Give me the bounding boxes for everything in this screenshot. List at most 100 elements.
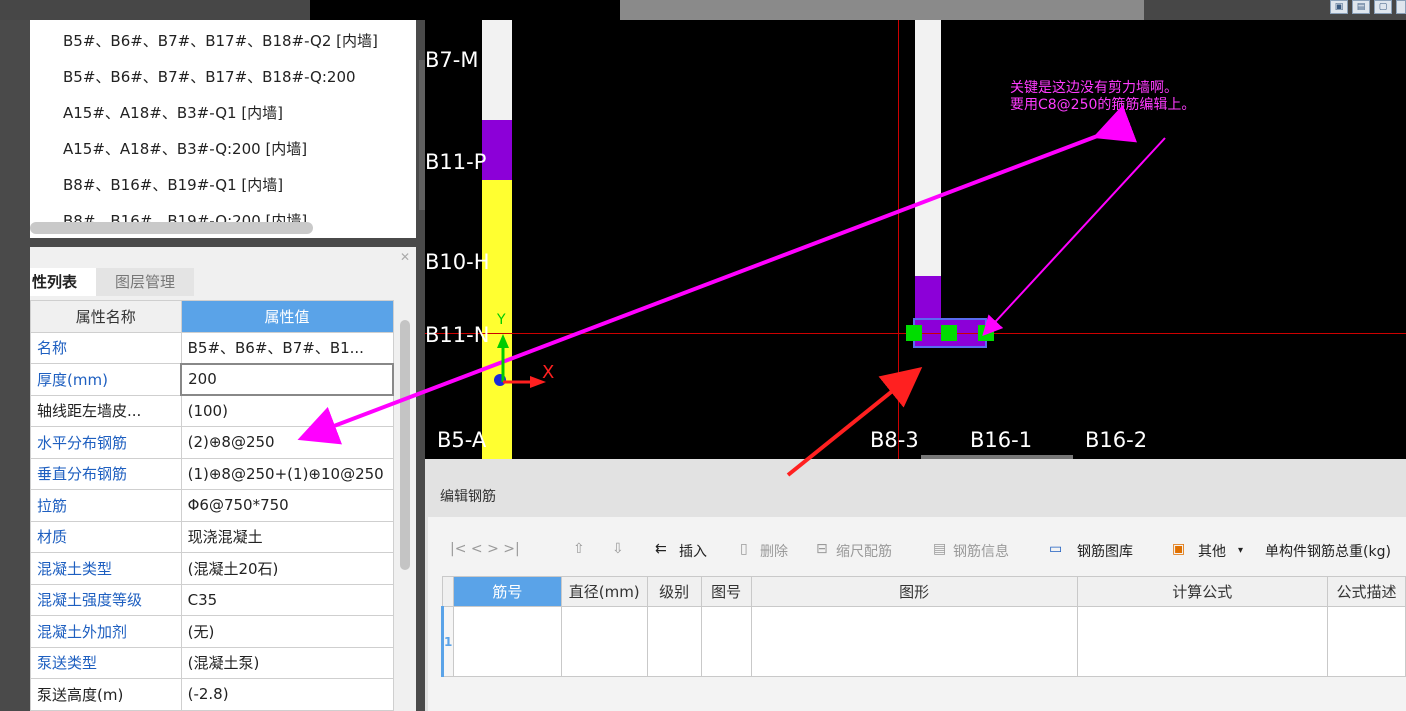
property-value-input[interactable]: 200	[180, 362, 394, 396]
property-name: 混凝土类型	[30, 552, 182, 585]
property-value[interactable]: (2)⊕8@250	[180, 426, 394, 459]
move-up-icon[interactable]: ⇧	[573, 541, 585, 557]
table-row[interactable]: 泵送类型 (混凝土泵)	[30, 646, 394, 679]
table-row[interactable]: 垂直分布钢筋 (1)⊕8@250+(1)⊕10@250	[30, 457, 394, 490]
axis-label: B11-P	[425, 150, 487, 174]
rebar-table: 筋号 直径(mm) 级别 图号 图形 计算公式 公式描述 1	[441, 576, 1406, 677]
table-cell[interactable]	[646, 606, 702, 677]
axis-label: B10-H	[425, 250, 490, 274]
table-cell[interactable]	[750, 606, 1078, 677]
delete-icon: ▯	[740, 541, 748, 557]
grip-node[interactable]	[978, 325, 994, 341]
list-item[interactable]: B5#、B6#、B7#、B17#、B18#-Q:200	[63, 66, 356, 87]
app-root: ▣ ▤ ▢ B5#、B6#、B7#、B17#、B18#-Q2 [内墙] B5#、…	[0, 0, 1406, 711]
table-cell[interactable]	[1076, 606, 1329, 677]
wall-segment-purple	[482, 120, 512, 180]
table-cell[interactable]	[1327, 606, 1406, 677]
table-row[interactable]: 名称 B5#、B6#、B7#、B1...	[30, 331, 394, 364]
chevron-down-icon[interactable]: ▾	[1238, 545, 1243, 556]
ucs-x-label: X	[542, 362, 555, 383]
table-row[interactable]: 材质 现浇混凝土	[30, 520, 394, 553]
insert-button[interactable]: 插入	[679, 541, 707, 561]
column-header-value: 属性值	[180, 300, 394, 333]
column-header: 直径(mm)	[560, 576, 648, 607]
property-value[interactable]: Φ6@750*750	[180, 489, 394, 522]
list-item[interactable]: B5#、B6#、B7#、B17#、B18#-Q2 [内墙]	[63, 30, 378, 51]
property-value[interactable]: C35	[180, 583, 394, 616]
delete-button[interactable]: 删除	[760, 541, 788, 561]
wall-segment-purple	[915, 276, 941, 320]
table-row[interactable]: 混凝土类型 (混凝土20石)	[30, 552, 394, 585]
scale-rebar-button[interactable]: 缩尺配筋	[836, 541, 892, 561]
window-icon[interactable]: ▢	[1374, 0, 1392, 14]
grip-node[interactable]	[941, 325, 957, 341]
top-bar-gray	[620, 0, 1144, 20]
property-value[interactable]: (无)	[180, 615, 394, 648]
table-row[interactable]: 混凝土强度等级 C35	[30, 583, 394, 616]
axis-label: B11-N	[425, 323, 490, 347]
image-icon[interactable]: ▣	[1330, 0, 1348, 14]
table-cell[interactable]	[560, 606, 648, 677]
annotation-line-1: 关键是这边没有剪力墙啊。	[1010, 80, 1178, 96]
column-header: 图号	[700, 576, 752, 607]
axis-label: B16-2	[1085, 428, 1148, 452]
property-value[interactable]: 现浇混凝土	[180, 520, 394, 553]
axis-label: B7-M	[425, 48, 479, 72]
property-value[interactable]: B5#、B6#、B7#、B1...	[180, 331, 394, 364]
property-value[interactable]: (混凝土20石)	[180, 552, 394, 585]
property-value[interactable]: (混凝土泵)	[180, 646, 394, 679]
more-icon[interactable]	[1396, 0, 1406, 14]
property-value[interactable]: (1)⊕8@250+(1)⊕10@250	[180, 457, 394, 490]
table-cell[interactable]	[700, 606, 752, 677]
save-icon[interactable]: ▤	[1352, 0, 1370, 14]
tab-property-list[interactable]: 性列表	[30, 268, 96, 296]
property-scrollbar[interactable]	[400, 320, 410, 570]
list-horizontal-scrollbar[interactable]	[30, 222, 313, 234]
column-header-name: 属性名称	[30, 300, 182, 333]
axis-label: B16-1	[970, 428, 1033, 452]
record-nav-buttons[interactable]: |< < > >|	[450, 541, 520, 557]
insert-icon: ⇇	[655, 541, 667, 557]
list-item[interactable]: B8#、B16#、B19#-Q1 [内墙]	[63, 174, 283, 195]
property-name: 垂直分布钢筋	[30, 457, 182, 490]
axis-line-vertical	[898, 20, 899, 459]
component-list: B5#、B6#、B7#、B17#、B18#-Q2 [内墙] B5#、B6#、B7…	[30, 20, 416, 238]
rebar-library-button[interactable]: 钢筋图库	[1077, 541, 1133, 561]
top-bar-canvas	[310, 0, 620, 20]
property-name: 混凝土外加剂	[30, 615, 182, 648]
property-name: 泵送类型	[30, 646, 182, 679]
total-weight-label: 单构件钢筋总重(kg)	[1265, 544, 1391, 560]
wall-segment-white	[482, 20, 512, 120]
table-cell[interactable]	[452, 606, 562, 677]
row-header-corner	[442, 576, 454, 607]
table-row[interactable]: 泵送高度(m) (-2.8)	[30, 678, 394, 711]
table-row[interactable]: 1	[441, 606, 1406, 677]
column-header: 计算公式	[1076, 576, 1329, 607]
panel-title: 编辑钢筋	[440, 489, 496, 505]
list-item[interactable]: A15#、A18#、B3#-Q1 [内墙]	[63, 102, 283, 123]
table-row[interactable]: 厚度(mm) 200	[30, 362, 394, 396]
table-row[interactable]: 水平分布钢筋 (2)⊕8@250	[30, 426, 394, 459]
axis-label: B8-3	[870, 428, 919, 452]
column-header: 公式描述	[1327, 576, 1406, 607]
close-icon[interactable]: ✕	[400, 250, 410, 264]
table-row[interactable]: 拉筋 Φ6@750*750	[30, 489, 394, 522]
other-button[interactable]: 其他	[1198, 541, 1226, 561]
annotation-line-2: 要用C8@250的箍筋编辑上。	[1010, 97, 1196, 113]
property-value[interactable]: (-2.8)	[180, 678, 394, 711]
rebar-library-icon: ▭	[1049, 541, 1063, 557]
list-item[interactable]: A15#、A18#、B3#-Q:200 [内墙]	[63, 138, 307, 159]
table-row[interactable]: 轴线距左墙皮... (100)	[30, 394, 394, 427]
cad-canvas[interactable]: B7-M B11-P B10-H B11-N B5-A B8-3 B16-1 B…	[425, 20, 1406, 459]
rebar-info-button[interactable]: 钢筋信息	[953, 541, 1009, 561]
property-name: 轴线距左墙皮...	[30, 394, 182, 427]
property-value[interactable]: (100)	[180, 394, 394, 427]
rebar-info-icon: ▤	[933, 541, 947, 557]
move-down-icon[interactable]: ⇩	[612, 541, 624, 557]
tab-layer-management[interactable]: 图层管理	[96, 268, 194, 296]
table-row[interactable]: 混凝土外加剂 (无)	[30, 615, 394, 648]
other-icon: ▣	[1172, 541, 1186, 557]
grip-node[interactable]	[906, 325, 922, 341]
column-header: 筋号	[452, 576, 562, 607]
column-header: 级别	[646, 576, 702, 607]
